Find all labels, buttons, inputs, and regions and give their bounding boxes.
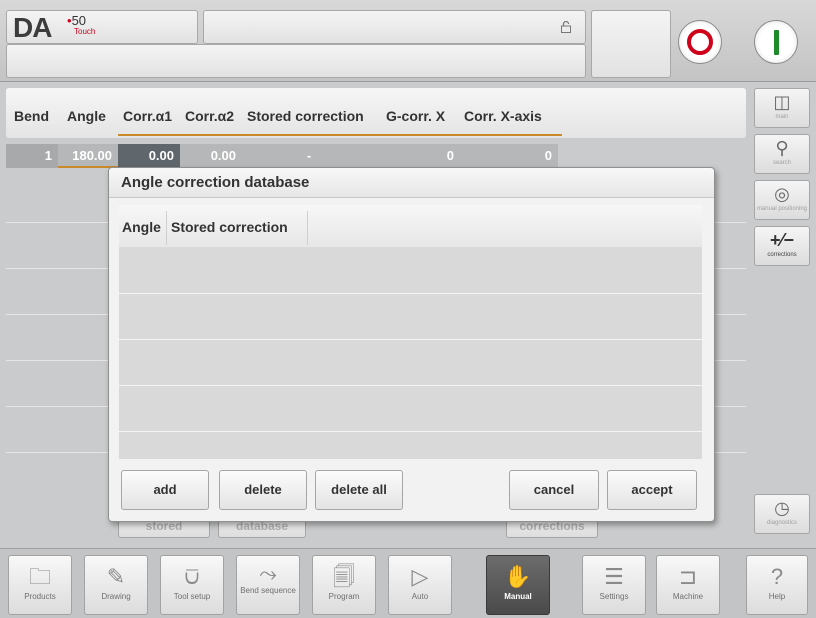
cell-corr-a2[interactable]: 0.00 [180,144,242,168]
dialog-title: Angle correction database [109,168,714,198]
nav-tool-setup[interactable]: ⩂ Tool setup [160,555,224,615]
accept-button[interactable]: accept [607,470,697,510]
help-icon: ? [770,564,784,589]
sidebar-item-main[interactable]: ◫ main [754,88,810,128]
settings-icon: ☰ [604,564,624,589]
column-header-corr-a2: Corr.α2 [185,108,235,124]
nav-machine[interactable]: ⊐ Machine [656,555,720,615]
table-header: Bend Angle Corr.α1 Corr.α2 Stored correc… [6,88,746,138]
folder-icon: 🗀 [28,564,51,589]
start-icon [774,30,779,55]
nav-help[interactable]: ? Help [746,555,808,615]
column-separator [166,211,167,245]
database-row-divider [119,385,702,386]
nav-auto[interactable]: ▷ Auto [388,555,452,615]
logo: DA •50 Touch [6,10,198,44]
column-header-bend: Bend [14,108,49,124]
nav-program[interactable]: 🗐 Program [312,555,376,615]
program-icon: 🗐 [333,564,355,589]
database-row-divider [119,431,702,432]
cancel-button[interactable]: cancel [509,470,599,510]
logo-version: •50 [67,13,87,28]
nav-manual[interactable]: ✋ Manual [486,555,550,615]
nav-settings[interactable]: ☰ Settings [582,555,646,615]
add-button[interactable]: add [121,470,209,510]
header-accent-line [118,134,562,136]
tool-icon: ⩂ [184,564,200,589]
logo-text: DA [13,12,52,43]
column-header-stored-correction: Stored correction [247,108,364,124]
machine-icon: ⊐ [678,564,698,589]
start-button[interactable] [754,20,798,64]
cell-stored-correction[interactable]: - [242,144,382,168]
database-row-divider [119,293,702,294]
stop-icon [687,29,713,55]
cell-angle[interactable]: 180.00 [58,144,118,168]
column-header-stored-correction: Stored correction [171,219,288,235]
split-view-icon: ◫ [773,92,791,112]
column-header-g-corr-x: G-corr. X [386,108,446,124]
logo-subtitle: Touch [74,27,96,36]
cell-corr-x-axis[interactable]: 0 [460,144,558,168]
manual-positioning-icon: ◎ [774,184,790,204]
header-bar: DA •50 Touch [0,0,816,82]
search-icon: ⚲ [775,138,789,158]
column-separator [307,211,308,245]
nav-products[interactable]: 🗀 Products [8,555,72,615]
delete-all-button[interactable]: delete all [315,470,403,510]
play-icon: ▷ [411,564,429,589]
bend-sequence-icon: ⤳ [259,561,277,586]
unlock-icon[interactable] [561,21,571,33]
column-header-corr-x-axis: Corr. X-axis [464,108,542,124]
delete-button[interactable]: delete [219,470,307,510]
sidebar-item-corrections[interactable]: +⁄− corrections [754,226,810,266]
column-header-angle: Angle [122,219,161,235]
cell-g-corr-x[interactable]: 0 [382,144,460,168]
column-header-angle: Angle [67,108,106,124]
nav-bend-sequence[interactable]: ⤳ Bend sequence [236,555,300,615]
title-field [203,10,586,44]
sidebar-item-diagnostics[interactable]: ◷ diagnostics [754,494,810,534]
hand-icon: ✋ [504,564,532,589]
database-row-divider [119,339,702,340]
database-table: Angle Stored correction [119,205,702,459]
column-header-corr-a1: Corr.α1 [123,108,173,124]
sidebar-item-search[interactable]: ⚲ search [754,134,810,174]
cell-corr-a1[interactable]: 0.00 [118,144,180,168]
database-table-header: Angle Stored correction [119,205,702,247]
stop-button[interactable] [678,20,722,64]
diagnostics-icon: ◷ [774,498,790,518]
plus-minus-icon: +⁄− [769,230,795,250]
angle-correction-dialog: Angle correction database Angle Stored c… [108,167,715,522]
status-box [591,10,671,78]
nav-drawing[interactable]: ✎ Drawing [84,555,148,615]
cell-bend[interactable]: 1 [6,144,58,168]
message-field [6,44,586,78]
sidebar-item-manual-positioning[interactable]: ◎ manual positioning [754,180,810,220]
pencil-icon: ✎ [106,564,126,589]
bottom-navigation: 🗀 Products ✎ Drawing ⩂ Tool setup ⤳ Bend… [0,548,816,618]
table-row[interactable]: 1 180.00 0.00 0.00 - 0 0 [6,144,746,168]
